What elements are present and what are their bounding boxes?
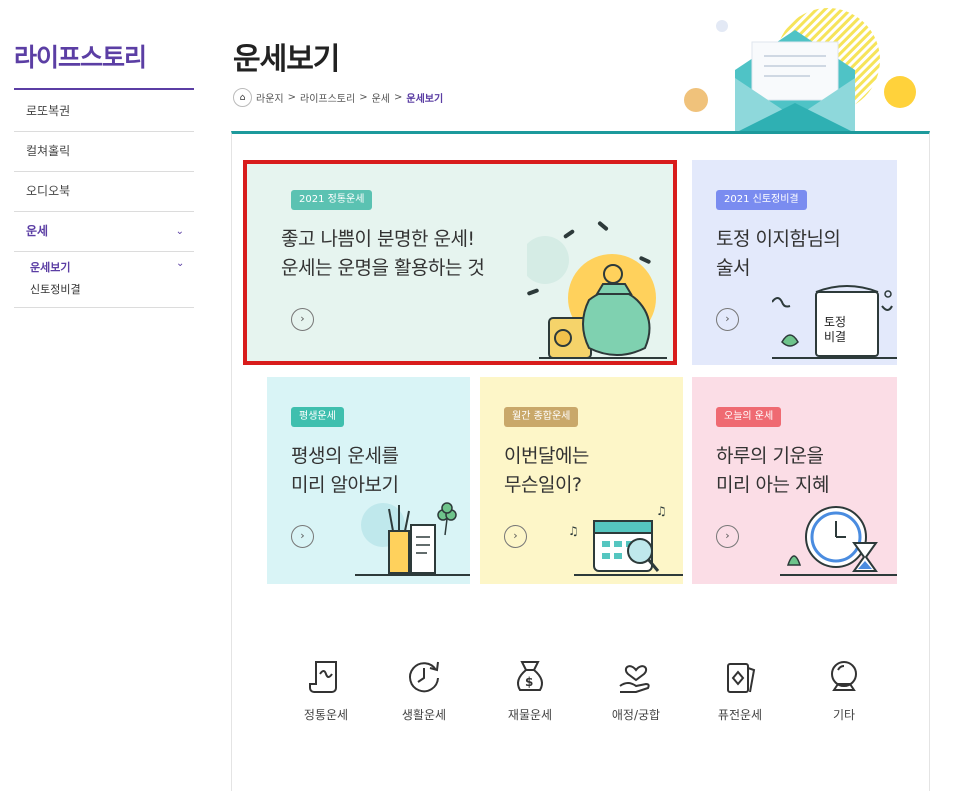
quick-link-fusion[interactable]: 퓨전운세	[700, 656, 780, 723]
clock-refresh-icon	[409, 661, 439, 693]
card-text-line: 하루의 기운을	[716, 445, 824, 467]
card-text-line: 토정 이지함님의	[716, 228, 841, 250]
quick-link-etc[interactable]: 기타	[804, 656, 884, 723]
quick-link-jeongtong[interactable]: 정통운세	[286, 656, 366, 723]
clock-hourglass-illustration	[780, 506, 897, 576]
breadcrumb: ⌂ 라운지 > 라이프스토리 > 운세 > 운세보기	[233, 88, 443, 107]
arrow-right-icon[interactable]: ›	[716, 525, 739, 548]
page-title: 운세보기	[233, 42, 340, 77]
sidebar-item-label: 로또복권	[26, 104, 71, 118]
quick-link-label: 기타	[832, 708, 856, 722]
chevron-down-icon: ⌄	[175, 226, 184, 237]
breadcrumb-item[interactable]: 운세	[372, 90, 390, 105]
card-text-line: 무슨일이?	[504, 474, 582, 496]
card-description: 평생의 운세를 미리 알아보기	[291, 442, 399, 500]
quick-link-love[interactable]: 애정/궁합	[596, 656, 676, 723]
breadcrumb-separator: >	[394, 92, 403, 103]
card-today-fortune[interactable]: 오늘의 운세 하루의 기운을 미리 아는 지혜 ›	[692, 377, 897, 584]
sidebar-item-lotto[interactable]: 로또복권	[14, 92, 194, 132]
chevron-down-icon: ⌄	[176, 258, 185, 269]
card-lifetime-fortune[interactable]: 평생운세 평생의 운세를 미리 알아보기 ›	[267, 377, 470, 584]
svg-text:$: $	[525, 675, 533, 689]
arrow-right-icon[interactable]: ›	[716, 308, 739, 331]
card-badge: 월간 종합운세	[504, 407, 579, 427]
breadcrumb-separator: >	[359, 92, 368, 103]
card-tojeong-secret[interactable]: 2021 신토정비결 토정 이지함님의 술서 › 토정 비결	[692, 160, 897, 365]
arrow-right-icon[interactable]: ›	[291, 525, 314, 548]
sidebar-item-label: 오디오북	[26, 184, 71, 198]
breadcrumb-item[interactable]: 라이프스토리	[300, 90, 355, 105]
svg-text:♫: ♫	[656, 504, 667, 518]
svg-text:♫: ♫	[568, 524, 579, 538]
book-title-line: 토정	[824, 315, 847, 329]
card-badge: 평생운세	[291, 407, 344, 427]
breadcrumb-current: 운세보기	[406, 94, 444, 105]
card-text-line: 이번달에는	[504, 445, 589, 467]
sidebar-divider	[14, 88, 194, 90]
quick-link-label: 생활운세	[401, 708, 447, 722]
sidebar-item-culture[interactable]: 컬쳐홀릭	[14, 132, 194, 172]
book-title: 토정 비결	[824, 315, 846, 345]
quick-link-label: 정통운세	[303, 708, 349, 722]
selection-highlight	[243, 160, 677, 365]
card-description: 이번달에는 무슨일이?	[504, 442, 589, 500]
quick-link-living[interactable]: 생활운세	[384, 656, 464, 723]
breadcrumb-separator: >	[287, 92, 296, 103]
sidebar-item-fortune[interactable]: 운세 ⌄	[14, 212, 194, 252]
sidebar-item-label: 운세	[26, 224, 49, 238]
quick-link-label: 퓨전운세	[717, 708, 763, 722]
sidebar-item-label: 컬쳐홀릭	[26, 144, 71, 158]
pencil-cup-illustration	[355, 502, 470, 576]
book-title-line: 비결	[824, 330, 847, 344]
heart-hand-icon	[619, 665, 650, 693]
quick-link-label: 재물운세	[507, 708, 553, 722]
sidebar-title[interactable]: 라이프스토리	[14, 38, 147, 74]
card-text-line: 평생의 운세를	[291, 445, 399, 467]
envelope-illustration	[684, 8, 916, 133]
sidebar-item-audiobook[interactable]: 오디오북	[14, 172, 194, 212]
submenu-item-fortune-view[interactable]: 운세보기	[30, 259, 70, 275]
money-bag-icon: $	[517, 661, 543, 691]
home-icon[interactable]: ⌂	[233, 88, 252, 107]
card-description: 하루의 기운을 미리 아는 지혜	[716, 442, 829, 500]
scroll-icon	[309, 661, 337, 693]
card-diamond-icon	[727, 663, 756, 693]
crystal-ball-icon	[831, 661, 857, 691]
quick-link-label: 애정/궁합	[611, 708, 661, 722]
card-badge: 오늘의 운세	[716, 407, 782, 427]
card-monthly-fortune[interactable]: 월간 종합운세 이번달에는 무슨일이? › ♫ ♫	[480, 377, 683, 584]
calendar-illustration: ♫ ♫	[568, 504, 683, 576]
arrow-right-icon[interactable]: ›	[504, 525, 527, 548]
quick-link-wealth[interactable]: $ 재물운세	[490, 656, 570, 723]
submenu-item-tojeong[interactable]: 신토정비결	[30, 281, 81, 297]
breadcrumb-item[interactable]: 라운지	[256, 90, 284, 105]
card-badge: 2021 신토정비결	[716, 190, 807, 210]
